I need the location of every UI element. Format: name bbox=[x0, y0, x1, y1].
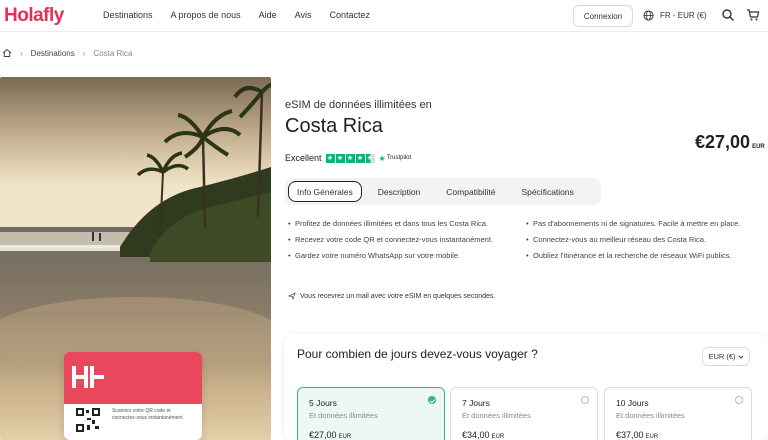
plan-days: 10 Jours bbox=[616, 398, 649, 408]
plan-price: €37,00 EUR bbox=[616, 430, 658, 440]
delivery-notice-text: Vous recevrez un mail avec votre eSIM en… bbox=[300, 292, 496, 300]
features-list-right: Pas d'abonnements ni de signatures. Faci… bbox=[526, 219, 748, 267]
breadcrumb-separator: › bbox=[20, 48, 23, 58]
plan-data: Et données illimitées bbox=[462, 411, 531, 420]
nav-contact[interactable]: Contactez bbox=[329, 10, 370, 20]
login-button[interactable]: Connexion bbox=[573, 5, 633, 27]
breadcrumb-separator: › bbox=[82, 48, 86, 58]
chevron-down-icon bbox=[738, 355, 743, 359]
nav-destinations[interactable]: Destinations bbox=[103, 10, 153, 20]
star-half-icon: ★ bbox=[365, 153, 375, 163]
product-price: €27,00 EUR bbox=[695, 132, 765, 153]
nav-help[interactable]: Aide bbox=[259, 10, 277, 20]
price-value: €27,00 bbox=[695, 132, 751, 152]
rating-stars: ★ ★ ★ ★ ★ bbox=[325, 153, 375, 163]
plan-radio-checked[interactable] bbox=[428, 396, 436, 404]
globe-icon bbox=[643, 10, 654, 21]
trustpilot-label: Trustpilot bbox=[386, 155, 412, 161]
plan-radio[interactable] bbox=[581, 396, 589, 404]
plan-data: Et données illimitées bbox=[309, 411, 378, 420]
tab-general-info[interactable]: Info Générales bbox=[288, 181, 362, 202]
star-icon: ★ bbox=[325, 153, 335, 163]
plan-card-7-days[interactable]: 7 Jours Et données illimitées €34,00 EUR bbox=[450, 387, 598, 440]
plan-price: €27,00 EUR bbox=[309, 430, 351, 440]
home-icon[interactable] bbox=[2, 48, 12, 58]
plan-days: 5 Jours bbox=[309, 398, 337, 408]
feature-item: Profitez de données illimitées et dans t… bbox=[288, 219, 520, 229]
trustpilot-star-icon: ★ bbox=[378, 153, 386, 163]
trustpilot-logo: ★ Trustpilot bbox=[379, 154, 412, 163]
plan-price-unit: EUR bbox=[338, 434, 352, 440]
plan-card-5-days[interactable]: 5 Jours Et données illimitées €27,00 EUR bbox=[297, 387, 445, 440]
breadcrumb-destinations[interactable]: Destinations bbox=[31, 49, 75, 58]
star-icon: ★ bbox=[355, 153, 365, 163]
language-label: FR - EUR (€) bbox=[660, 11, 707, 20]
language-currency-selector[interactable]: FR - EUR (€) bbox=[643, 10, 707, 21]
product-title: Costa Rica bbox=[285, 115, 383, 137]
star-icon: ★ bbox=[345, 153, 355, 163]
plan-radio[interactable] bbox=[735, 396, 743, 404]
holafly-logo[interactable]: Holafly bbox=[4, 5, 64, 27]
breadcrumb-current: Costa Rica bbox=[93, 48, 133, 58]
esim-card: Scannez votre QR code et connectez-vous … bbox=[64, 352, 202, 440]
days-selection-panel: Pour combien de jours devez-vous voyager… bbox=[284, 334, 768, 440]
feature-item: Oubliez l'itinérance et la recherche de … bbox=[526, 251, 748, 261]
plan-days: 7 Jours bbox=[462, 398, 490, 408]
cart-icon[interactable] bbox=[746, 8, 760, 22]
product-tabs: Info Générales Description Compatibilité… bbox=[285, 178, 601, 205]
breadcrumb: › Destinations › Costa Rica bbox=[2, 48, 133, 58]
feature-item: Gardez votre numéro WhatsApp sur votre m… bbox=[288, 251, 520, 261]
feature-item: Recevez votre code QR et connectez-vous … bbox=[288, 235, 520, 245]
feature-item: Pas d'abonnements ni de signatures. Faci… bbox=[526, 219, 748, 229]
currency-select[interactable]: EUR (€) bbox=[702, 347, 750, 366]
tab-specifications[interactable]: Spécifications bbox=[513, 181, 581, 202]
holafly-h-logo-icon bbox=[72, 366, 104, 388]
features-list-left: Profitez de données illimitées et dans t… bbox=[288, 219, 520, 267]
plan-price-value: €37,00 bbox=[616, 430, 644, 440]
plan-data: Et données illimitées bbox=[616, 411, 685, 420]
plan-price-value: €27,00 bbox=[309, 430, 337, 440]
star-icon: ★ bbox=[335, 153, 345, 163]
days-question: Pour combien de jours devez-vous voyager… bbox=[297, 347, 538, 361]
rating-label: Excellent bbox=[285, 153, 322, 163]
plan-price: €34,00 EUR bbox=[462, 430, 504, 440]
trustpilot-rating[interactable]: Excellent ★ ★ ★ ★ ★ ★ Trustpilot bbox=[285, 153, 411, 163]
plan-price-unit: EUR bbox=[491, 434, 505, 440]
top-header: Holafly Destinations A propos de nous Ai… bbox=[0, 0, 768, 32]
send-icon bbox=[288, 292, 296, 300]
nav-about[interactable]: A propos de nous bbox=[171, 10, 241, 20]
nav-reviews[interactable]: Avis bbox=[295, 10, 312, 20]
delivery-notice: Vous recevrez un mail avec votre eSIM en… bbox=[288, 292, 495, 300]
search-icon[interactable] bbox=[721, 8, 735, 22]
currency-value: EUR (€) bbox=[708, 352, 736, 361]
plan-card-10-days[interactable]: 10 Jours Et données illimitées €37,00 EUR bbox=[604, 387, 752, 440]
qr-code-icon bbox=[76, 408, 100, 432]
price-unit: EUR bbox=[752, 144, 765, 150]
plan-price-value: €34,00 bbox=[462, 430, 490, 440]
esim-card-header bbox=[64, 352, 202, 404]
tab-description[interactable]: Description bbox=[370, 181, 429, 202]
main-nav: Destinations A propos de nous Aide Avis … bbox=[103, 10, 370, 20]
esim-card-text: Scannez votre QR code et connectez-vous … bbox=[112, 408, 183, 421]
product-subtitle: eSIM de données illimitées en bbox=[285, 99, 432, 111]
tab-compatibility[interactable]: Compatibilité bbox=[438, 181, 503, 202]
plan-price-unit: EUR bbox=[645, 434, 659, 440]
feature-item: Connectez-vous au meilleur réseau des Co… bbox=[526, 235, 748, 245]
